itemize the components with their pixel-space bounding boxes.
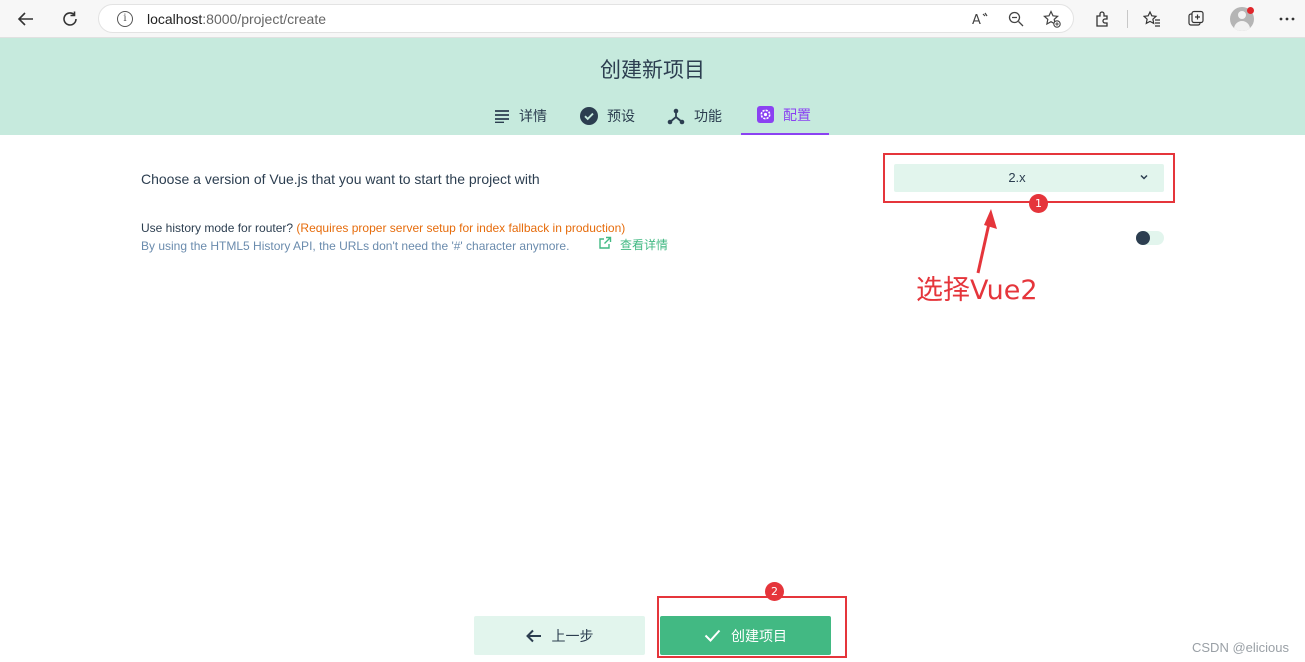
tab-config[interactable]: 配置	[741, 96, 829, 135]
toolbar-separator	[1127, 10, 1128, 28]
watermark: CSDN @elicious	[1192, 640, 1289, 655]
tab-features[interactable]: 功能	[667, 96, 722, 135]
more-info-label: 查看详情	[620, 238, 669, 252]
info-icon[interactable]: i	[117, 11, 133, 27]
url-host: localhost	[147, 11, 203, 27]
tab-presets[interactable]: 预设	[580, 96, 635, 135]
page-title: 创建新项目	[600, 58, 705, 82]
tab-details[interactable]: 详情	[494, 96, 547, 135]
previous-step-button[interactable]: 上一步	[474, 616, 645, 655]
refresh-icon[interactable]	[57, 6, 83, 32]
tab-label: 功能	[694, 108, 722, 125]
tab-label: 配置	[783, 107, 811, 124]
tab-label: 详情	[519, 108, 547, 125]
annotation-box-version	[883, 153, 1175, 203]
vue-version-label: Choose a version of Vue.js that you want…	[141, 171, 540, 187]
list-icon	[494, 109, 510, 123]
previous-step-label: 上一步	[551, 628, 594, 645]
notification-dot	[1247, 7, 1254, 14]
history-mode-title: Use history mode for router? (Requires p…	[141, 221, 625, 235]
annotation-badge-2: 2	[765, 582, 784, 601]
create-project-label: 创建项目	[731, 628, 787, 645]
history-mode-description: By using the HTML5 History API, the URLs…	[141, 239, 570, 253]
more-info-link[interactable]: 查看详情	[598, 236, 668, 253]
tab-label: 预设	[607, 108, 635, 125]
external-link-icon	[598, 236, 612, 253]
extensions-icon[interactable]	[1090, 6, 1116, 32]
page-header: 创建新项目 详情 预设 功能 配置	[0, 38, 1305, 135]
svg-text:A: A	[972, 13, 981, 27]
back-icon[interactable]	[13, 6, 39, 32]
collections-icon[interactable]	[1183, 6, 1209, 32]
address-bar[interactable]: i localhost:8000/project/create A	[98, 4, 1074, 33]
zoom-icon[interactable]	[1005, 9, 1027, 29]
arrow-left-icon	[525, 629, 542, 643]
url-text: localhost:8000/project/create	[147, 11, 326, 27]
history-mode-toggle[interactable]	[1136, 231, 1164, 245]
annotation-note: 选择Vue2	[916, 275, 1038, 306]
browser-toolbar: i localhost:8000/project/create A	[0, 0, 1305, 38]
settings-icon	[757, 106, 774, 123]
url-path: :8000/project/create	[202, 11, 327, 27]
check-circle-icon	[580, 106, 598, 125]
create-project-button[interactable]: 创建项目	[660, 616, 831, 655]
more-icon[interactable]	[1274, 6, 1300, 32]
avatar-body	[1234, 21, 1250, 31]
read-aloud-icon[interactable]: A	[969, 9, 991, 29]
favorite-add-icon[interactable]	[1041, 9, 1063, 29]
annotation-badge-1: 1	[1029, 194, 1048, 213]
fork-icon	[667, 107, 685, 125]
history-mode-question: Use history mode for router?	[141, 221, 294, 235]
annotation-arrow-icon	[976, 209, 997, 274]
avatar-head	[1238, 11, 1246, 19]
favorites-icon[interactable]	[1139, 6, 1165, 32]
history-mode-warning: (Requires proper server setup for index …	[296, 221, 626, 235]
toggle-knob	[1136, 231, 1150, 245]
check-icon	[704, 629, 721, 642]
